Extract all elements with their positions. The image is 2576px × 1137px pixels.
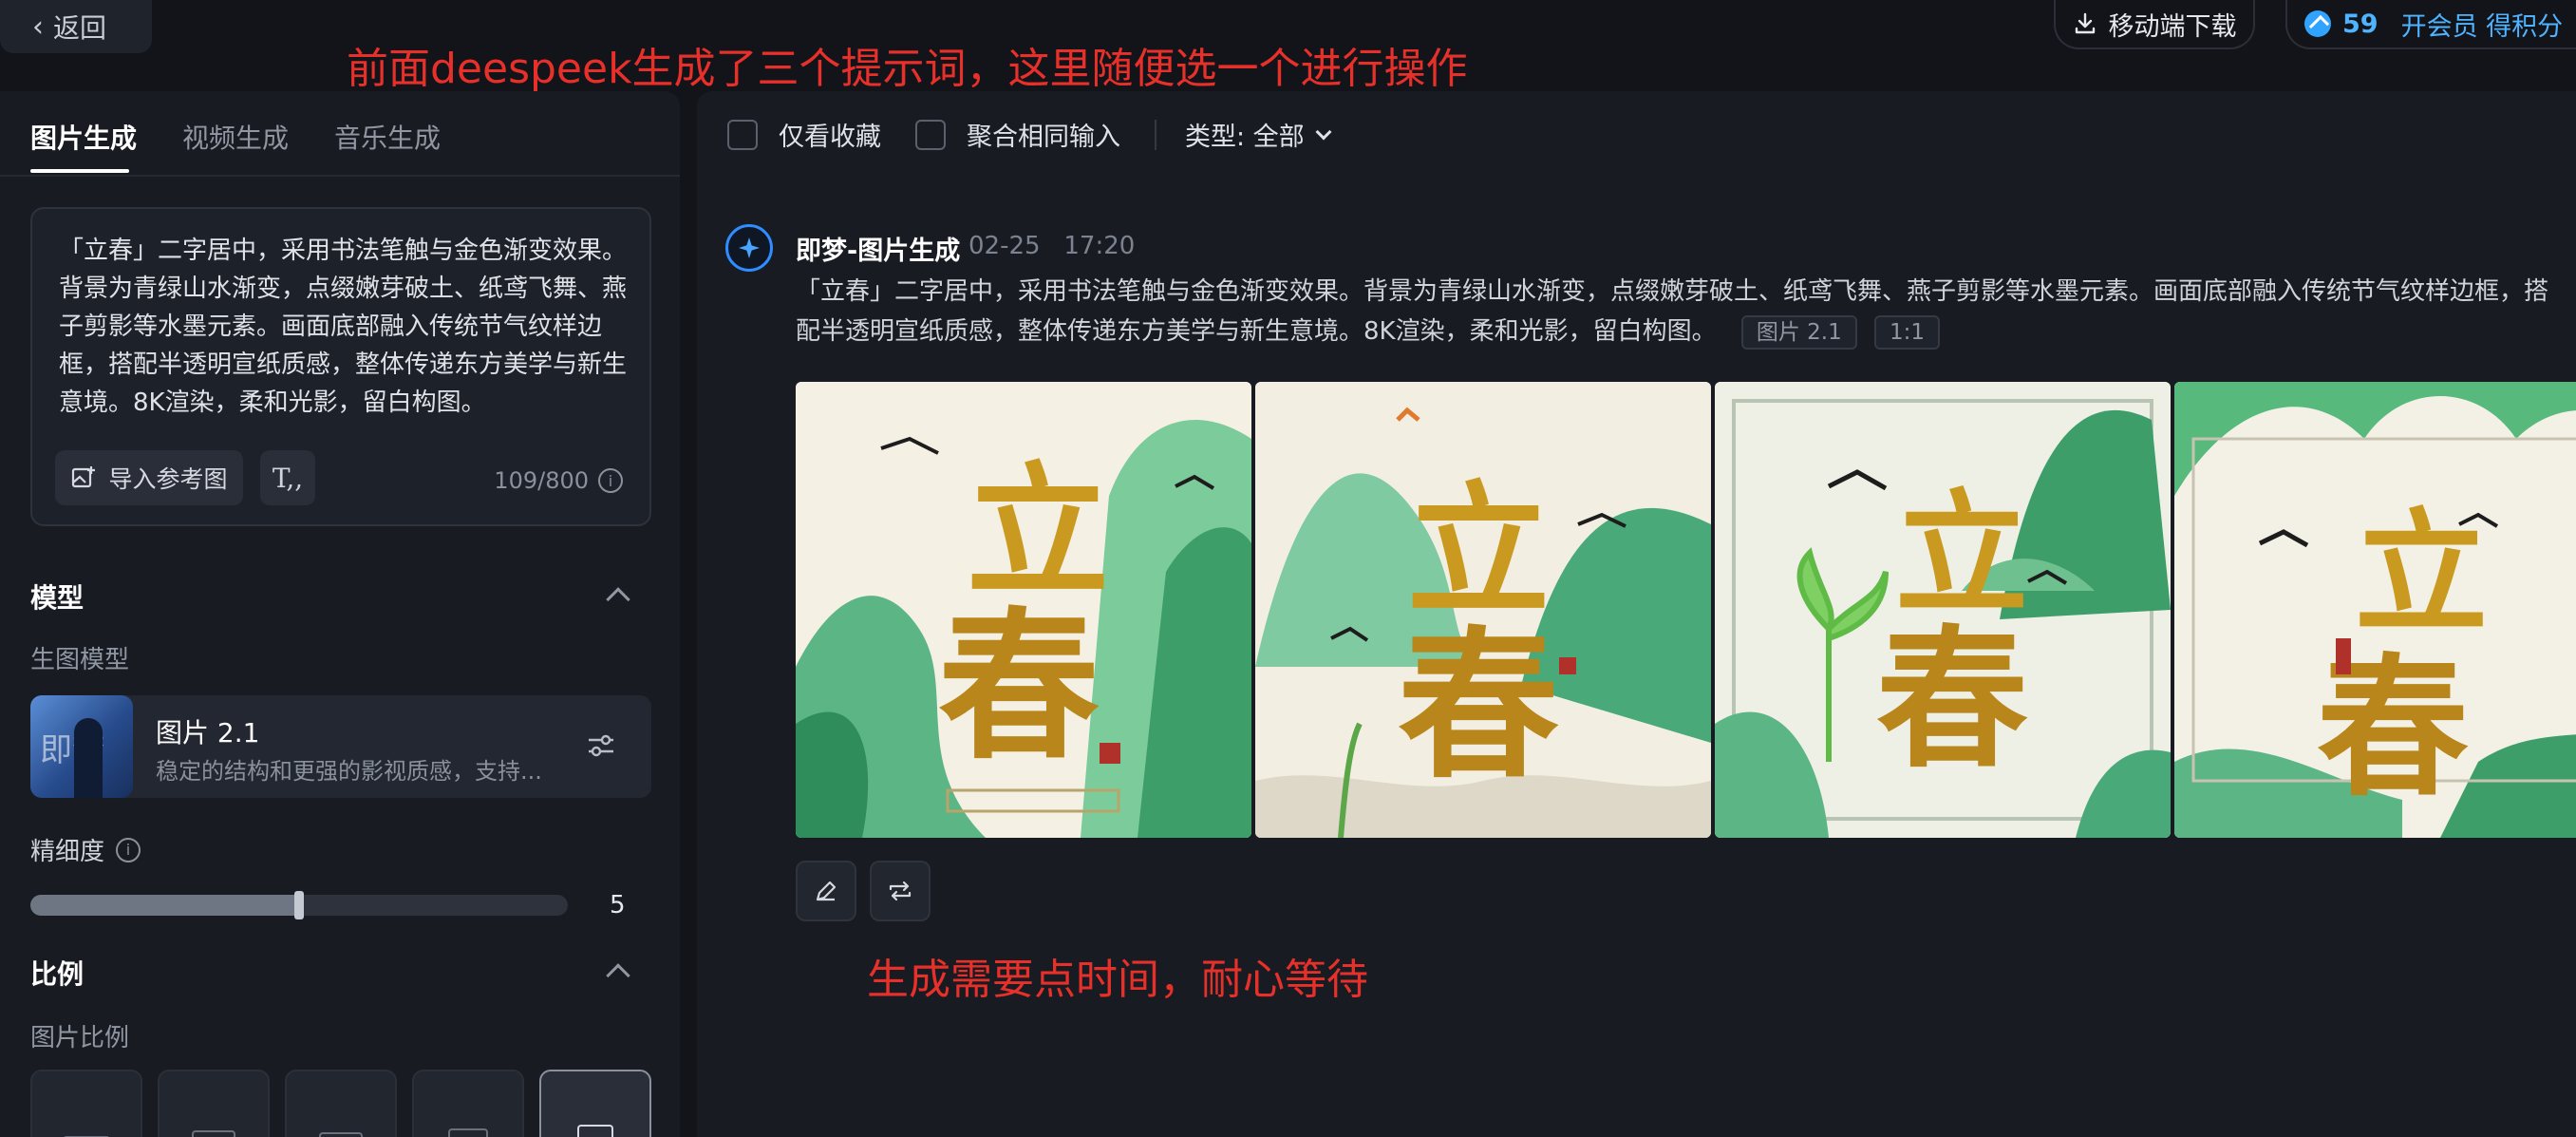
filter-divider	[1155, 119, 1156, 150]
image-char-2: 春	[1398, 611, 1559, 801]
left-panel: 图片生成 视频生成 音乐生成 「立春」二字居中，采用书法笔触与金色渐变效果。背景…	[0, 91, 680, 1137]
generation-timestamp: 02-25 17:20	[968, 232, 1135, 260]
text-style-button[interactable]: T,,	[260, 450, 315, 505]
generation-time: 17:20	[1063, 232, 1136, 260]
generated-image[interactable]: 立 春	[1715, 382, 2171, 838]
mode-tabs: 图片生成 视频生成 音乐生成	[30, 118, 441, 156]
image-char-2: 春	[1876, 610, 2028, 788]
generated-images: 立 春 立 春 立 春 立 春	[796, 382, 2576, 838]
tab-music[interactable]: 音乐生成	[334, 118, 441, 156]
model-selector[interactable]: 即梦 图片 2.1 稳定的结构和更强的影视质感，支持...	[30, 695, 651, 798]
favorites-label: 仅看收藏	[779, 123, 881, 152]
generation-title: 即梦-图片生成	[796, 237, 961, 266]
import-reference-button[interactable]: 导入参考图	[55, 450, 243, 505]
model-sub-label: 生图模型	[30, 646, 130, 674]
ratio-sub-label: 图片比例	[30, 1024, 130, 1052]
model-thumbnail-figure	[74, 718, 103, 798]
sliders-icon[interactable]	[585, 730, 617, 762]
image-char-2: 春	[938, 592, 1100, 782]
ratio-option[interactable]	[158, 1070, 270, 1137]
prompt-text[interactable]: 「立春」二字居中，采用书法笔触与金色渐变效果。背景为青绿山水渐变，点缀嫩芽破土、…	[59, 232, 629, 422]
model-description: 稳定的结构和更强的影视质感，支持...	[156, 758, 542, 785]
generation-prompt: 「立春」二字居中，采用书法笔触与金色渐变效果。背景为青绿山水渐变，点缀嫩芽破土、…	[796, 272, 2571, 351]
precision-value: 5	[610, 891, 626, 919]
import-reference-label: 导入参考图	[108, 465, 228, 493]
image-artwork: 立 春	[1255, 382, 1711, 838]
image-char-1: 立	[1407, 467, 1550, 635]
ratio-options	[30, 1070, 651, 1137]
download-label: 移动端下载	[2108, 11, 2237, 42]
vip-link[interactable]: 开会员 得积分	[2401, 6, 2564, 43]
collapse-ratio-icon[interactable]	[606, 963, 630, 988]
chevron-left-icon: ‹	[32, 9, 44, 44]
tab-video[interactable]: 视频生成	[182, 118, 289, 156]
generated-image[interactable]: 立 春	[2174, 382, 2576, 838]
tab-image[interactable]: 图片生成	[30, 118, 137, 156]
precision-label-row: 精细度 i	[30, 832, 141, 867]
type-dropdown[interactable]: 类型: 全部	[1185, 116, 1332, 153]
generated-image[interactable]: 立 春	[1255, 382, 1711, 838]
char-count: 109/800	[494, 467, 589, 494]
image-add-icon	[72, 466, 96, 488]
collapse-model-icon[interactable]	[606, 587, 630, 612]
active-tab-indicator	[30, 169, 129, 173]
text-style-icon: T,,	[272, 462, 304, 494]
precision-label: 精细度	[30, 838, 105, 866]
app-root: ‹ 返回 前面deespeek生成了三个提示词，这里随便选一个进行操作 移动端下…	[0, 0, 2576, 1137]
credits-count: 59	[2342, 9, 2379, 39]
favorites-checkbox[interactable]	[727, 119, 758, 150]
merge-checkbox[interactable]	[915, 119, 946, 150]
tab-divider	[0, 175, 680, 177]
info-icon[interactable]: i	[598, 468, 623, 493]
image-char-1: 立	[967, 448, 1109, 616]
sparkle-icon	[739, 237, 760, 258]
char-counter: 109/800 i	[494, 467, 623, 494]
prompt-input[interactable]: 「立春」二字居中，采用书法笔触与金色渐变效果。背景为青绿山水渐变，点缀嫩芽破土、…	[30, 207, 651, 526]
credits-icon	[2304, 10, 2331, 37]
regenerate-button[interactable]	[870, 861, 931, 921]
back-button[interactable]: ‹ 返回	[0, 0, 152, 53]
model-thumbnail: 即梦	[30, 695, 133, 798]
ratio-option[interactable]	[412, 1070, 524, 1137]
model-tag: 图片 2.1	[1740, 315, 1857, 350]
merge-label: 聚合相同输入	[967, 123, 1120, 152]
mobile-download-button[interactable]: 移动端下载	[2054, 0, 2255, 49]
annotation-top: 前面deespeek生成了三个提示词，这里随便选一个进行操作	[347, 45, 1468, 93]
filter-bar: 仅看收藏 聚合相同输入 类型: 全部	[727, 116, 1363, 153]
precision-slider-fill	[30, 895, 299, 916]
ratio-option-selected[interactable]	[539, 1070, 651, 1137]
image-artwork: 立 春	[1715, 382, 2171, 838]
ratio-option[interactable]	[30, 1070, 142, 1137]
model-name: 图片 2.1	[156, 717, 260, 749]
pencil-icon	[816, 881, 837, 901]
generation-prompt-text: 「立春」二字居中，采用书法笔触与金色渐变效果。背景为青绿山水渐变，点缀嫩芽破土、…	[796, 277, 2549, 346]
annotation-middle: 生成需要点时间，耐心等待	[867, 956, 1368, 1004]
precision-slider[interactable]	[30, 891, 568, 919]
chevron-down-icon	[1315, 123, 1332, 140]
generated-image[interactable]: 立 春	[796, 382, 1251, 838]
image-artwork: 立 春	[2174, 382, 2576, 838]
model-section-title: 模型	[30, 582, 85, 614]
merge-filter[interactable]: 聚合相同输入	[915, 116, 1120, 153]
precision-info-icon[interactable]: i	[116, 837, 141, 862]
favorites-filter[interactable]: 仅看收藏	[727, 116, 881, 153]
generation-date: 02-25	[968, 232, 1041, 260]
generator-avatar	[725, 224, 773, 272]
repeat-icon	[889, 881, 912, 901]
download-icon	[2075, 12, 2095, 34]
type-label: 类型: 全部	[1185, 123, 1305, 152]
ratio-option[interactable]	[285, 1070, 397, 1137]
edit-button[interactable]	[796, 861, 856, 921]
back-label: 返回	[53, 12, 107, 44]
precision-slider-thumb[interactable]	[294, 891, 304, 919]
ratio-section-title: 比例	[30, 958, 85, 990]
credits-area: 59 开会员 得积分	[2285, 0, 2576, 49]
ratio-tag: 1:1	[1874, 315, 1941, 350]
image-artwork: 立 春	[796, 382, 1251, 838]
